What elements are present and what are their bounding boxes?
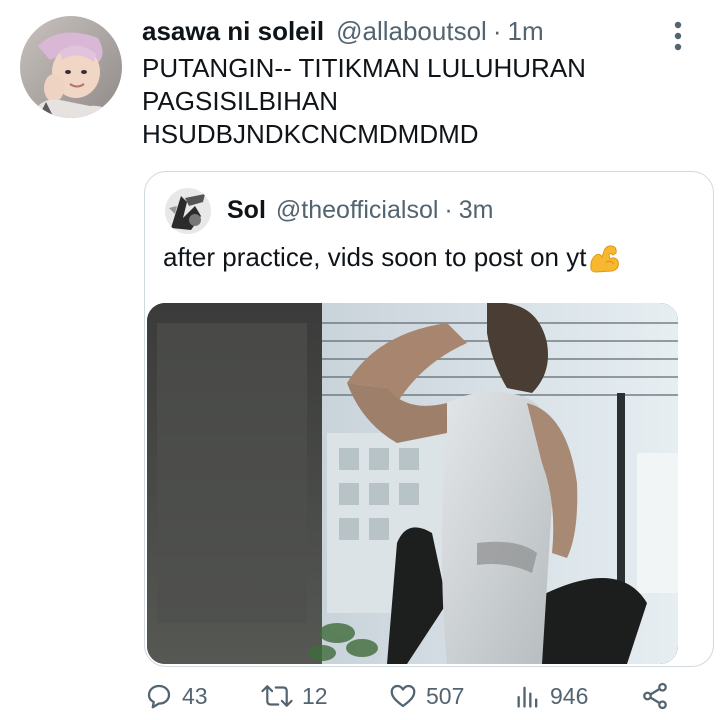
retweet-icon	[261, 685, 293, 707]
header-separator: ·	[492, 16, 502, 46]
author-display-name[interactable]: asawa ni soleil	[142, 16, 324, 47]
tweet-text-line: HSUDBJNDKCNCMDMDMD	[142, 119, 479, 149]
tweet-timestamp[interactable]: 1m	[507, 16, 543, 47]
tweet-text-line: PAGSISILBIHAN	[142, 86, 339, 116]
quoted-author-avatar[interactable]	[165, 188, 211, 234]
tweet-text-line: PUTANGIN-- TITIKMAN LULUHURAN	[142, 53, 586, 83]
quoted-tweet-header: Sol @theofficialsol · 3m	[227, 196, 493, 225]
tweet-text: PUTANGIN-- TITIKMAN LULUHURAN PAGSISILBI…	[142, 52, 702, 151]
quoted-tweet-photo[interactable]	[147, 303, 678, 664]
flexed-biceps-icon	[590, 244, 620, 273]
quoted-header-separator: ·	[444, 196, 453, 224]
reply-icon	[147, 684, 171, 709]
quoted-author-handle[interactable]: @theofficialsol	[276, 196, 439, 225]
reply-button[interactable]: 43	[144, 681, 208, 711]
tweet-actions-bar: 43 12 507 946	[142, 675, 702, 719]
share-icon	[643, 682, 667, 710]
tweet: asawa ni soleil @allaboutsol · 1m PUTANG…	[0, 0, 720, 720]
quoted-author-display-name[interactable]: Sol	[227, 196, 266, 225]
like-count: 507	[426, 682, 465, 709]
share-button[interactable]	[640, 681, 670, 711]
views-bar-chart-icon	[517, 686, 538, 708]
retweet-button[interactable]: 12	[260, 681, 328, 711]
quoted-tweet[interactable]: Sol @theofficialsol · 3m after practice,…	[144, 171, 714, 667]
quoted-tweet-text: after practice, vids soon to post on yt	[163, 242, 587, 272]
quoted-tweet-timestamp[interactable]: 3m	[459, 196, 494, 225]
tweet-header: asawa ni soleil @allaboutsol · 1m	[142, 16, 544, 52]
like-button[interactable]: 507	[388, 681, 464, 711]
more-options-button[interactable]	[664, 18, 692, 54]
more-vertical-icon	[674, 21, 682, 51]
quoted-tweet-text-row: after practice, vids soon to post on yt	[163, 242, 620, 273]
views-count: 946	[550, 682, 589, 709]
heart-icon	[390, 684, 416, 708]
reply-count: 43	[182, 682, 208, 709]
author-avatar[interactable]	[20, 16, 122, 118]
retweet-count: 12	[302, 682, 328, 709]
author-handle[interactable]: @allaboutsol	[336, 16, 487, 47]
views-button[interactable]: 946	[514, 681, 588, 711]
